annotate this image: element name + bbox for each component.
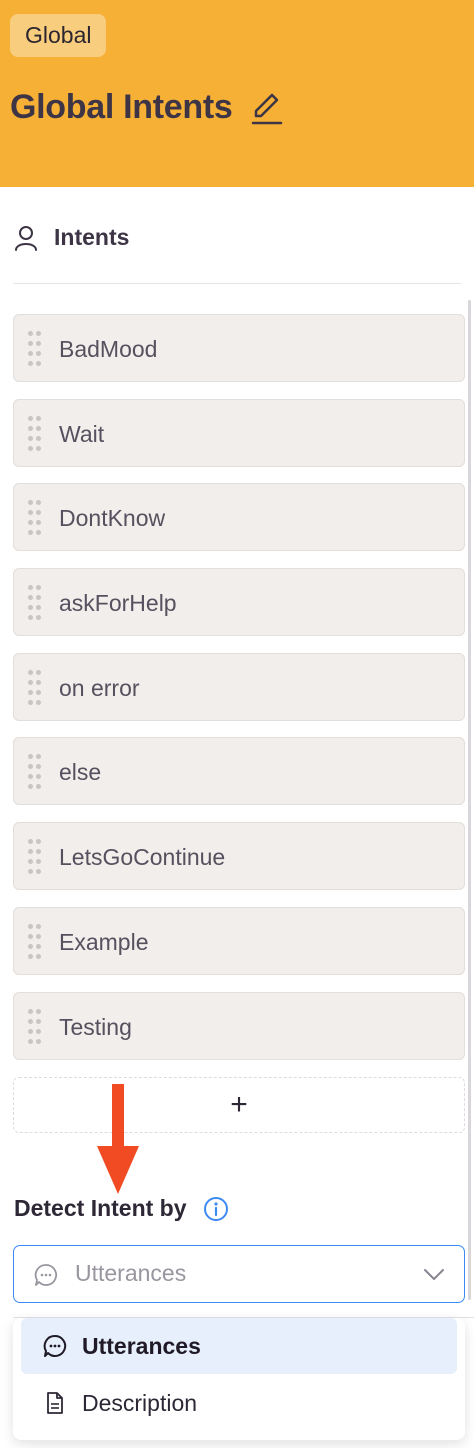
page-title: Global Intents: [10, 88, 233, 126]
edit-pencil-icon[interactable]: [250, 89, 284, 127]
drag-handle-icon[interactable]: [28, 585, 42, 621]
detect-intent-row: Detect Intent by: [14, 1195, 229, 1222]
drag-handle-icon[interactable]: [28, 500, 42, 536]
intent-label: askForHelp: [59, 590, 177, 617]
drag-handle-icon[interactable]: [28, 923, 42, 959]
drag-handle-icon[interactable]: [28, 754, 42, 790]
drag-handle-icon[interactable]: [28, 669, 42, 705]
intent-label: on error: [59, 674, 140, 701]
global-badge: Global: [10, 14, 107, 57]
detect-intent-label: Detect Intent by: [14, 1195, 187, 1221]
detect-intent-dropdown-menu: Utterances Description: [13, 1318, 465, 1440]
section-divider: [13, 283, 461, 284]
intent-item-on-error[interactable]: on error: [13, 652, 465, 721]
option-label: Utterances: [82, 1333, 201, 1359]
intent-item-letsgocontinue[interactable]: LetsGoContinue: [13, 822, 465, 891]
info-icon[interactable]: [203, 1196, 229, 1222]
intent-label: Wait: [59, 420, 105, 447]
intent-item-badmood[interactable]: BadMood: [13, 314, 465, 382]
title-row: Global Intents: [10, 88, 284, 127]
annotation-arrow-icon: [97, 1084, 139, 1194]
chat-bubble-icon: [34, 1264, 58, 1286]
intents-section-label: Intents: [54, 224, 130, 250]
chevron-down-icon: [424, 1269, 444, 1280]
intent-item-else[interactable]: else: [13, 737, 465, 806]
detect-intent-select[interactable]: Utterances: [13, 1245, 465, 1303]
intent-item-example[interactable]: Example: [13, 906, 465, 975]
intent-item-testing[interactable]: Testing: [13, 991, 465, 1060]
drag-handle-icon[interactable]: [28, 1008, 42, 1044]
chat-bubble-icon: [43, 1334, 67, 1357]
drag-handle-icon[interactable]: [28, 331, 42, 366]
intent-label: DontKnow: [59, 505, 166, 532]
intent-item-askforhelp[interactable]: askForHelp: [13, 568, 465, 637]
drag-handle-icon[interactable]: [28, 839, 42, 875]
intent-label: BadMood: [59, 336, 158, 362]
document-icon: [47, 1392, 63, 1414]
intent-item-wait[interactable]: Wait: [13, 398, 465, 467]
intent-label: Testing: [59, 1013, 132, 1040]
option-utterances[interactable]: Utterances: [21, 1318, 457, 1374]
intent-label: else: [59, 759, 102, 786]
drag-handle-icon[interactable]: [28, 415, 42, 451]
intent-label: Example: [59, 928, 149, 955]
add-intent-button[interactable]: +: [13, 1077, 465, 1133]
option-label: Description: [82, 1390, 198, 1416]
intents-section-header: Intents: [14, 224, 129, 251]
scrollbar[interactable]: [468, 300, 471, 1300]
intent-item-dontknow[interactable]: DontKnow: [13, 483, 465, 552]
header: Global Global Intents: [0, 0, 474, 187]
user-icon: [15, 225, 37, 251]
option-description[interactable]: Description: [21, 1375, 457, 1431]
intent-label: LetsGoContinue: [59, 844, 226, 871]
intent-list: BadMood Wait DontKnow askForHelp on erro…: [13, 314, 465, 1076]
select-value: Utterances: [75, 1260, 187, 1286]
